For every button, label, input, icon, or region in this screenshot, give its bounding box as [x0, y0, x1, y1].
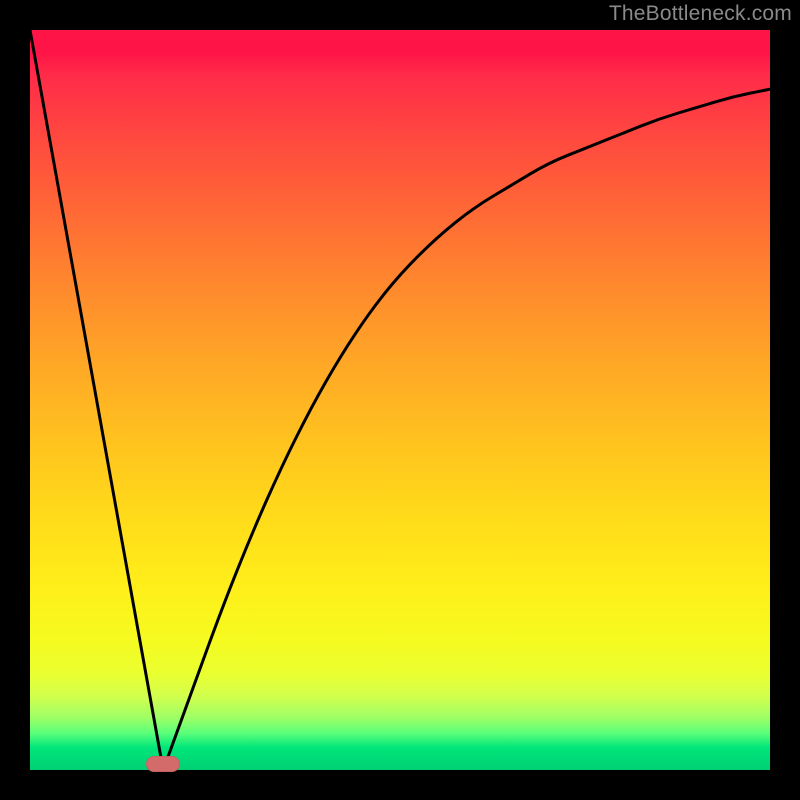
watermark-text: TheBottleneck.com: [609, 2, 792, 26]
min-marker: [146, 756, 180, 772]
curve-layer: [30, 30, 770, 770]
plot-background: [30, 30, 770, 770]
chart-frame: TheBottleneck.com: [0, 0, 800, 800]
curve-descent: [30, 30, 163, 770]
curve-ascent: [163, 89, 770, 770]
